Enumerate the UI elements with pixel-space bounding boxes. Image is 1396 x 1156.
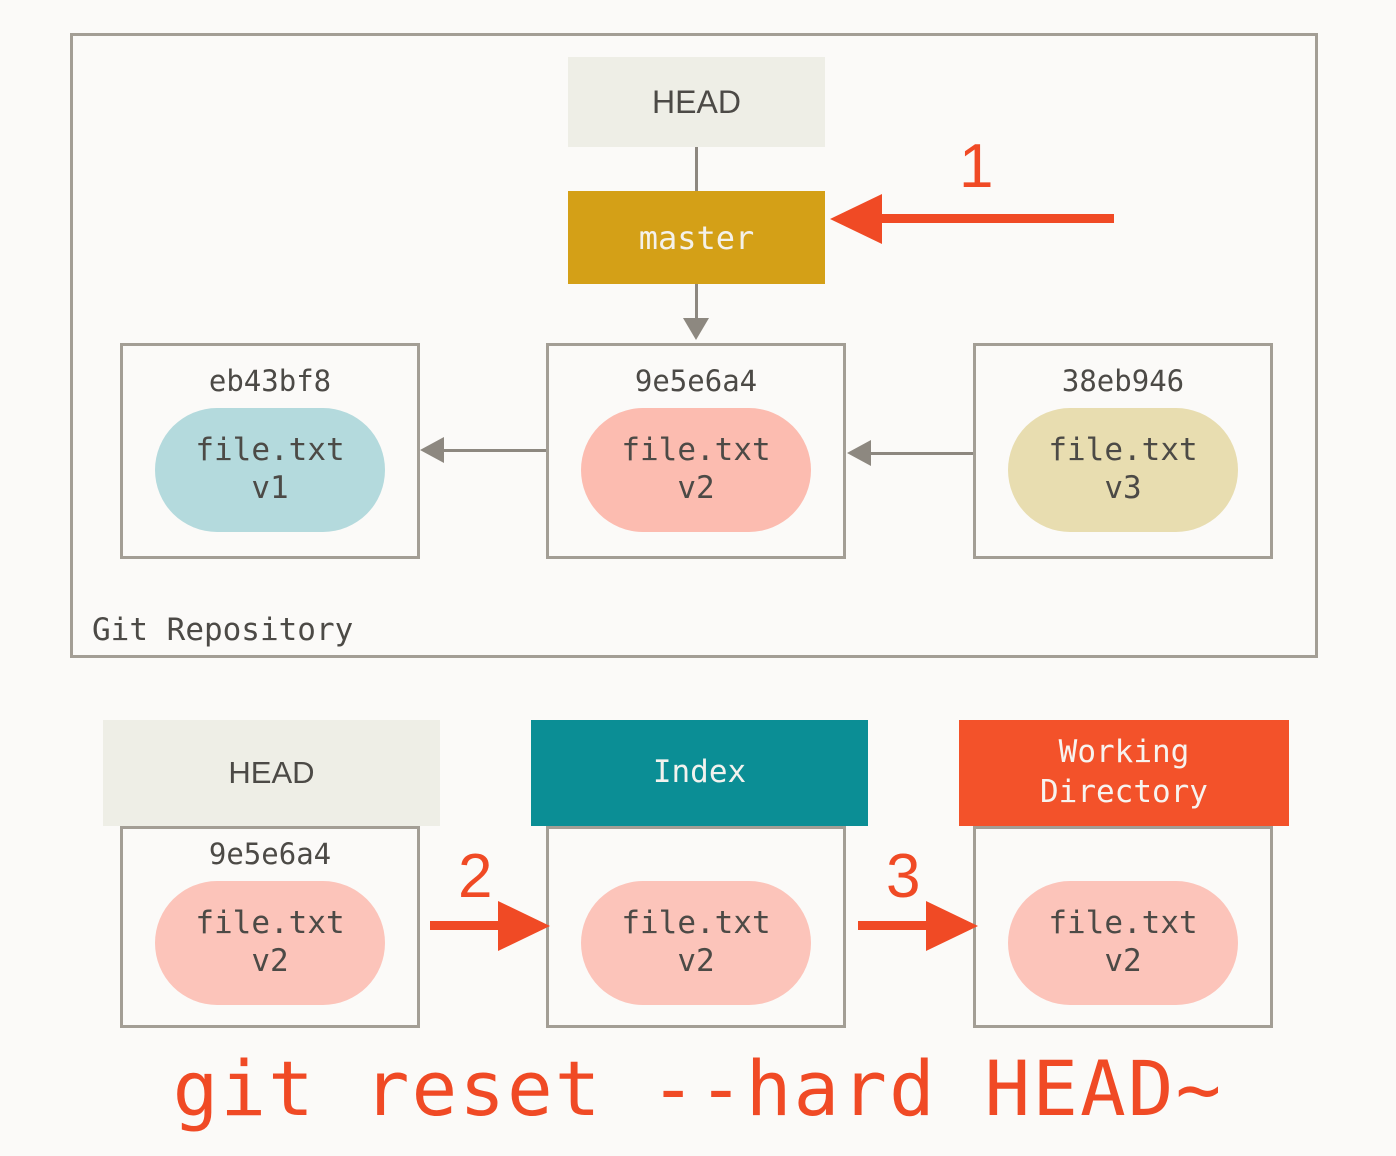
commit-blob: file.txt v3 [1008,408,1238,532]
diagram-canvas: Git Repository HEAD master eb43bf8 file.… [0,0,1396,1156]
area-body-head: 9e5e6a4 file.txt v2 [120,826,420,1028]
blob-file-version: v2 [1104,943,1142,979]
master-to-commit-connector [695,284,698,322]
blob-file-name: file.txt [195,432,345,469]
commit-box-38eb946: 38eb946 file.txt v3 [973,343,1273,559]
commit-hash: 38eb946 [1061,364,1185,398]
blob-file-version: v2 [677,943,715,979]
head-to-master-connector [695,147,698,191]
commit-blob: file.txt v2 [581,408,811,532]
blob-file-name: file.txt [621,432,771,469]
parent-link-arrowhead [847,440,871,466]
blob-file-version: v2 [677,470,715,506]
annotation-arrow-3-line [858,921,928,930]
commit-hash: 9e5e6a4 [634,364,758,398]
area-blob: file.txt v2 [155,881,385,1005]
area-title: HEAD [228,755,315,791]
commit-box-9e5e6a4: 9e5e6a4 file.txt v2 [546,343,846,559]
annotation-step-3-label: 3 [886,842,921,911]
area-hash: 9e5e6a4 [208,837,332,871]
area-header-head: HEAD [103,720,440,826]
command-caption: git reset --hard HEAD~ [172,1044,1224,1133]
blob-file-name: file.txt [1048,432,1198,469]
parent-link-line [444,449,546,452]
annotation-arrow-2-line [430,921,500,930]
annotation-step-2-label: 2 [458,842,493,911]
blob-file-version: v1 [251,470,289,506]
blob-file-name: file.txt [195,905,345,942]
area-header-index: Index [531,720,868,826]
git-repository-label: Git Repository [92,612,354,648]
master-branch-box: master [568,191,825,284]
master-to-commit-arrowhead [683,318,709,340]
parent-link-arrowhead [420,437,444,463]
master-branch-label: master [638,218,755,257]
area-title-line-1: Working [1058,734,1190,771]
parent-link-line [871,452,973,455]
area-blob: file.txt v2 [581,881,811,1005]
commit-blob: file.txt v1 [155,408,385,532]
commit-hash: eb43bf8 [208,364,332,398]
annotation-arrow-1-head [830,194,882,244]
blob-file-name: file.txt [621,905,771,942]
annotation-arrow-2-head [498,901,550,951]
area-title: Index [652,754,747,791]
annotation-arrow-1-line [878,214,1114,223]
area-title-line-2: Directory [1040,774,1208,810]
area-body-index: file.txt v2 [546,826,846,1028]
commit-box-eb43bf8: eb43bf8 file.txt v1 [120,343,420,559]
head-pointer-box: HEAD [568,57,825,147]
annotation-arrow-3-head [926,901,978,951]
area-header-working-directory: Working Directory [959,720,1289,826]
blob-file-version: v2 [251,943,289,979]
annotation-step-1-label: 1 [959,132,994,201]
blob-file-version: v3 [1104,470,1142,506]
head-pointer-label: HEAD [652,83,741,120]
blob-file-name: file.txt [1048,905,1198,942]
area-body-working-directory: file.txt v2 [973,826,1273,1028]
area-blob: file.txt v2 [1008,881,1238,1005]
